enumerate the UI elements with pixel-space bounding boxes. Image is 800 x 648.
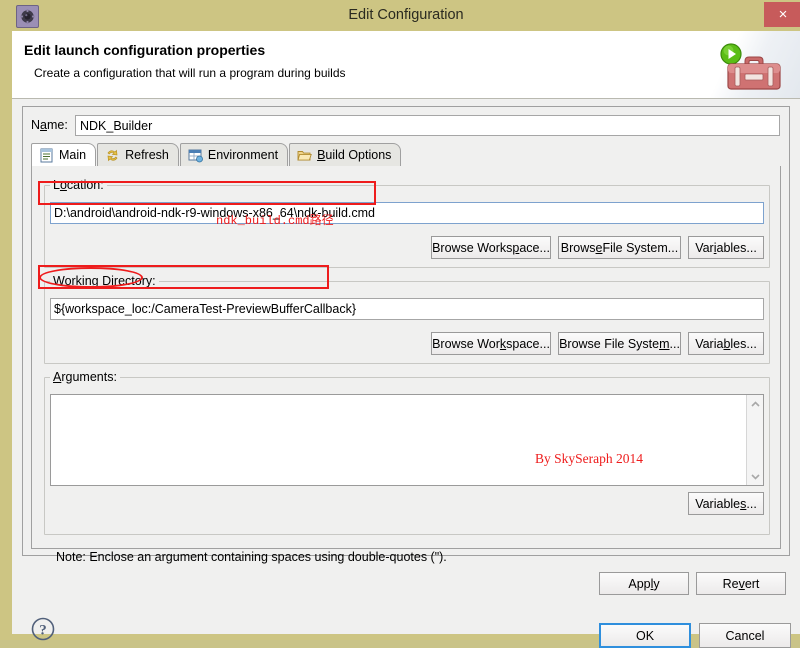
- window-title: Edit Configuration: [348, 7, 464, 23]
- tab-label: Build Options: [317, 148, 392, 162]
- cancel-button[interactable]: Cancel: [699, 623, 791, 648]
- annotation-text-location: ndk_build.cmd路径: [216, 214, 334, 228]
- tab-bar: Main Refresh Environment Build Options: [31, 143, 781, 168]
- working-directory-group: Working Directory: Browse Workspace... B…: [44, 274, 770, 364]
- chevron-up-icon[interactable]: [747, 396, 763, 412]
- tab-label: Environment: [207, 148, 279, 162]
- document-icon: [39, 148, 54, 163]
- banner: Edit launch configuration properties Cre…: [12, 31, 800, 99]
- location-input[interactable]: [50, 202, 764, 224]
- arguments-scrollbar[interactable]: [746, 395, 763, 485]
- refresh-arrows-icon: [105, 148, 120, 163]
- banner-subtitle: Create a configuration that will run a p…: [34, 66, 346, 80]
- name-input[interactable]: [75, 115, 780, 136]
- chevron-down-icon[interactable]: [747, 468, 763, 484]
- arguments-variables-button[interactable]: Variable s...: [688, 492, 764, 515]
- location-variables-button[interactable]: Var i ables...: [688, 236, 764, 259]
- arguments-legend: Arguments:: [50, 370, 120, 384]
- help-question-icon[interactable]: ?: [30, 616, 56, 642]
- workdir-variables-button[interactable]: Varia b les...: [688, 332, 764, 355]
- working-directory-input[interactable]: [50, 298, 764, 320]
- location-group: Location: Browse Workspace... Browse Fil…: [44, 178, 770, 268]
- banner-title: Edit launch configuration properties: [24, 42, 266, 58]
- toolbox-run-icon: [726, 53, 782, 91]
- tab-main[interactable]: Main: [31, 143, 97, 167]
- tab-environment[interactable]: Environment: [179, 143, 289, 166]
- arguments-note: Note: Enclose an argument containing spa…: [56, 550, 447, 564]
- location-browse-filesystem-button[interactable]: Brows e File System...: [558, 236, 681, 259]
- dialog-client-area: Edit launch configuration properties Cre…: [12, 31, 800, 648]
- working-directory-legend: Working Directory:: [50, 274, 159, 288]
- titlebar: Edit Configuration ×: [6, 0, 800, 31]
- workdir-browse-workspace-button[interactable]: Browse Wor k space...: [431, 332, 551, 355]
- tab-build-options[interactable]: Build Options: [289, 143, 402, 166]
- location-legend: Location:: [50, 178, 107, 192]
- main-tab-content: Location: Browse Workspace... Browse Fil…: [31, 166, 781, 564]
- folder-open-icon: [297, 148, 312, 163]
- svg-text:?: ?: [39, 623, 47, 639]
- watermark-text: By SkySeraph 2014: [535, 451, 643, 466]
- tab-label: Main: [59, 148, 87, 162]
- location-browse-workspace-button[interactable]: Browse Works p ace...: [431, 236, 551, 259]
- arguments-textarea[interactable]: By SkySeraph 2014: [50, 394, 764, 486]
- arguments-group: Arguments: By SkySeraph 2014 Variable s …: [44, 370, 770, 535]
- edit-configuration-dialog: Edit Configuration × Edit launch configu…: [0, 0, 800, 648]
- apply-button[interactable]: App l y: [599, 572, 689, 595]
- name-label: Name:: [31, 118, 68, 132]
- ok-button[interactable]: OK: [599, 623, 691, 648]
- tab-refresh[interactable]: Refresh: [97, 143, 179, 166]
- revert-button[interactable]: Re v ert: [696, 572, 786, 595]
- environment-table-icon: [188, 148, 203, 163]
- name-row: Name:: [31, 115, 781, 137]
- close-icon[interactable]: ×: [764, 2, 800, 27]
- workdir-browse-filesystem-button[interactable]: Browse File Syste m...: [558, 332, 681, 355]
- configuration-body-panel: Name: Main: [22, 106, 790, 564]
- tab-label: Refresh: [125, 148, 169, 162]
